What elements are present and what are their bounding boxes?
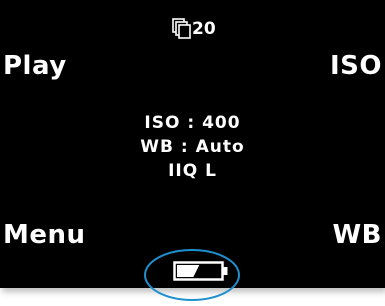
play-softkey-label[interactable]: Play (3, 53, 67, 79)
iso-softkey-label[interactable]: ISO (330, 53, 382, 79)
settings-summary: ISO : 400 WB : Auto IIQ L (0, 111, 385, 183)
white-balance-setting: WB : Auto (140, 137, 245, 157)
wb-softkey-label[interactable]: WB (333, 222, 383, 248)
stacked-frames-icon (172, 18, 191, 39)
shots-remaining-indicator: 20 (172, 8, 216, 40)
battery-highlight-circle (143, 248, 241, 302)
menu-softkey-label[interactable]: Menu (3, 222, 86, 248)
iso-setting: ISO : 400 (144, 113, 241, 133)
camera-display: 20 Play ISO Menu WB ISO : 400 WB : Auto … (0, 0, 385, 288)
image-quality-setting: IIQ L (168, 161, 217, 181)
shots-remaining-count: 20 (192, 19, 216, 39)
